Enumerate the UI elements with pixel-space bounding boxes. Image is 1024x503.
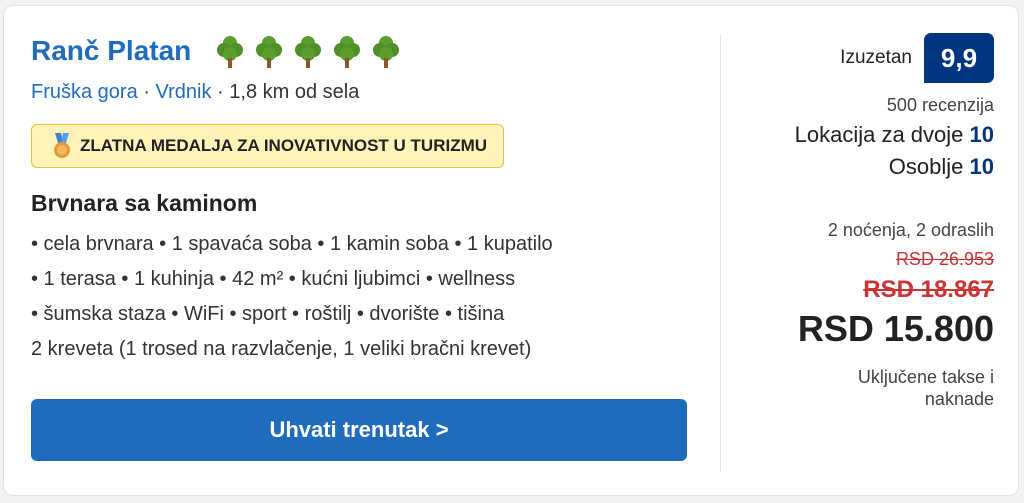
original-price: RSD 26.953 <box>895 249 994 269</box>
price-panel: Izuzetan 9,9 500 recenzija Lokacija za d… <box>734 33 994 410</box>
taxes-line: Uključene takse i <box>857 367 994 387</box>
subscore-label: Lokacija za dvoje <box>794 122 964 147</box>
review-count[interactable]: 500 recenzija <box>734 95 994 116</box>
town-link[interactable]: Vrdnik <box>156 81 212 103</box>
room-title: Brvnara sa kaminom <box>31 190 258 216</box>
award-badge: ZLATNA MEDALJA ZA INOVATIVNOST U TURIZMU <box>31 124 505 168</box>
subscore-value: 10 <box>969 122 994 147</box>
region-link[interactable]: Fruška gora <box>31 81 138 103</box>
medal-icon <box>54 133 70 158</box>
tree-icon <box>217 36 244 68</box>
tree-icon <box>334 36 361 68</box>
amenity-line: • 1 terasa • 1 kuhinja • 42 m² • kućni l… <box>31 268 516 290</box>
subscore-staff: Osoblje 10 <box>734 154 994 180</box>
score-word: Izuzetan <box>840 47 912 68</box>
award-text: ZLATNA MEDALJA ZA INOVATIVNOST U TURIZMU <box>80 136 488 155</box>
book-now-button[interactable]: Uhvati trenutak > <box>31 399 687 461</box>
distance-text: 1,8 km od sela <box>229 81 360 103</box>
tree-icon <box>373 36 400 68</box>
tree-icon <box>256 36 283 68</box>
final-price: RSD 15.800 <box>797 308 994 349</box>
beds-line: 2 kreveta (1 trosed na razvlačenje, 1 ve… <box>31 338 532 360</box>
amenity-line: • cela brvnara • 1 spavaća soba • 1 kami… <box>31 233 553 255</box>
subscore-label: Osoblje <box>888 154 964 179</box>
subscore-value: 10 <box>969 154 994 179</box>
discounted-price: RSD 18.867 <box>863 276 994 303</box>
amenity-line: • šumska staza • WiFi • sport • roštilj … <box>31 303 505 325</box>
stay-details: 2 noćenja, 2 odraslih <box>827 220 994 240</box>
property-card: Ranč Platan Fruška gora · Vrdnik · 1,8 k… <box>3 5 1019 496</box>
subscore-location: Lokacija za dvoje 10 <box>734 122 994 148</box>
amenities: • cela brvnara • 1 spavaća soba • 1 kami… <box>31 227 691 367</box>
tree-icon <box>295 36 322 68</box>
tree-rating <box>215 34 401 68</box>
separator: · <box>217 81 224 103</box>
title-row: Ranč Platan <box>31 34 691 68</box>
location-line: Fruška gora · Vrdnik · 1,8 km od sela <box>31 81 691 104</box>
property-title[interactable]: Ranč Platan <box>31 35 191 67</box>
divider <box>720 34 721 472</box>
score-badge[interactable]: 9,9 <box>924 33 994 83</box>
taxes-note: Uključene takse i naknade <box>734 366 994 410</box>
score-row: Izuzetan 9,9 <box>734 33 994 83</box>
taxes-line: naknade <box>924 389 994 409</box>
property-info: Ranč Platan Fruška gora · Vrdnik · 1,8 k… <box>31 34 691 367</box>
separator: · <box>143 81 150 103</box>
